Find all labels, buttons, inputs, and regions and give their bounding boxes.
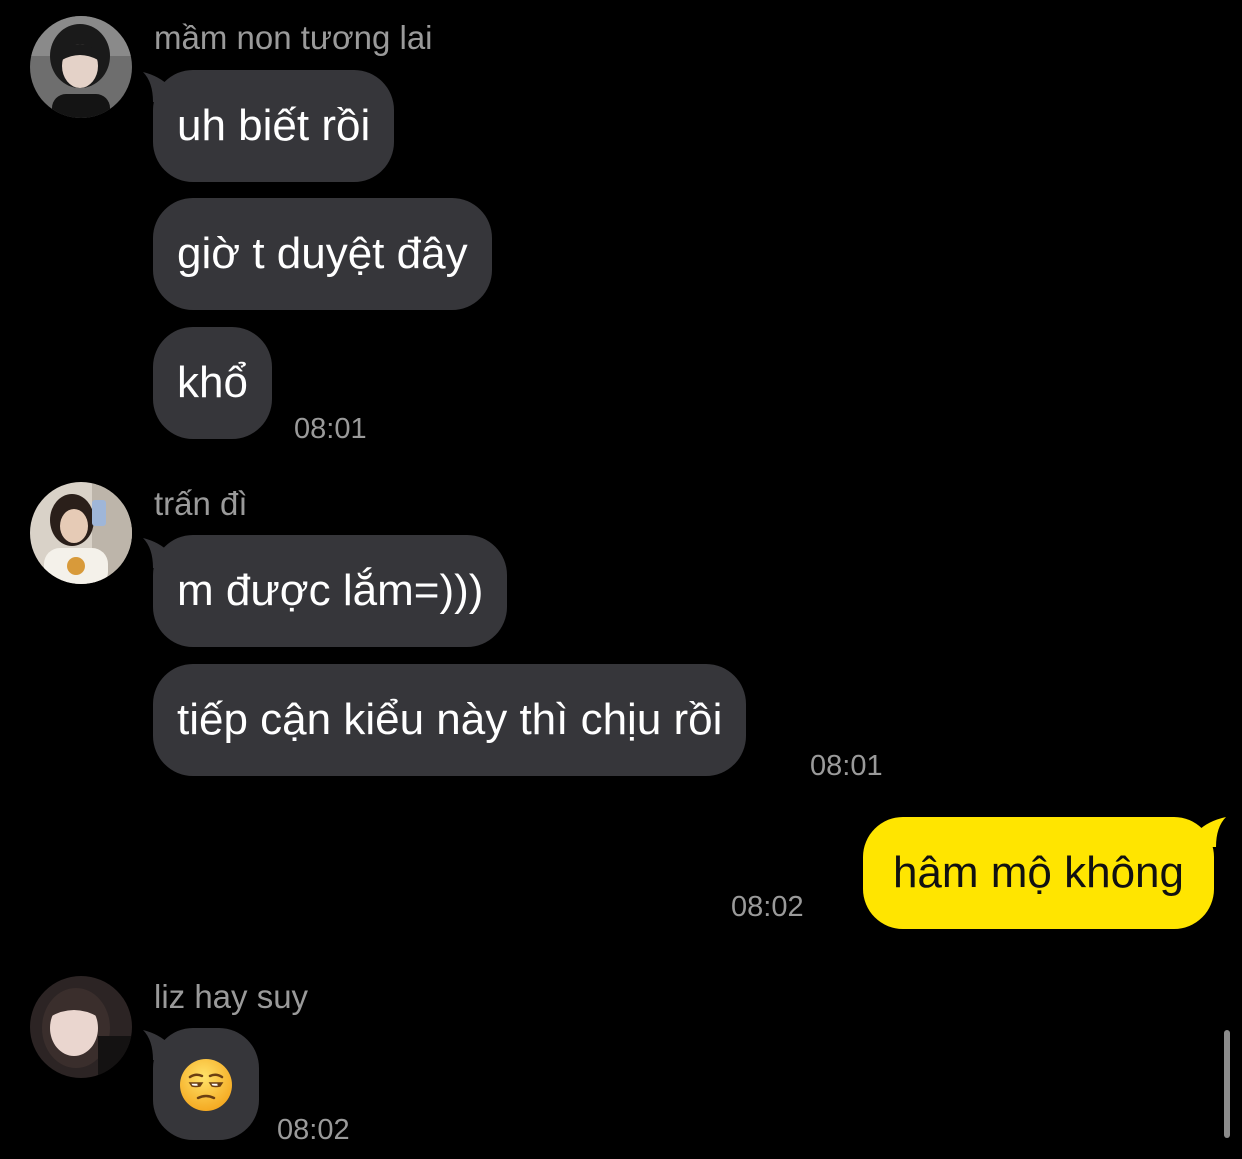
avatar-photo-icon	[30, 16, 132, 118]
message-bubble[interactable]: tiếp cận kiểu này thì chịu rồi	[153, 664, 747, 776]
sender-name: liz hay suy	[154, 978, 309, 1015]
avatar-photo-icon	[30, 976, 132, 1078]
avatar[interactable]	[30, 976, 132, 1078]
sender-name: trấn đì	[154, 485, 248, 522]
message-bubble[interactable]: khổ	[153, 327, 272, 439]
avatar[interactable]	[30, 482, 132, 584]
avatar[interactable]	[30, 16, 132, 118]
message-bubble[interactable]: giờ t duyệt đây	[153, 198, 492, 310]
sender-name: mầm non tương lai	[154, 19, 433, 56]
message-time: 08:02	[731, 891, 804, 923]
message-time: 08:02	[277, 1114, 350, 1146]
message-bubble[interactable]: uh biết rồi	[153, 70, 395, 182]
bubble-tail	[1194, 817, 1226, 847]
avatar-photo-icon	[30, 482, 132, 584]
message-time: 08:01	[294, 413, 367, 445]
scrollbar[interactable]	[1224, 1030, 1230, 1138]
unamused-face-emoji-icon	[180, 1059, 232, 1111]
message-time: 08:01	[810, 750, 883, 782]
message-bubble[interactable]: m được lắm=)))	[153, 535, 508, 647]
own-message-bubble[interactable]: hâm mộ không	[862, 817, 1214, 929]
message-bubble[interactable]	[153, 1028, 259, 1140]
